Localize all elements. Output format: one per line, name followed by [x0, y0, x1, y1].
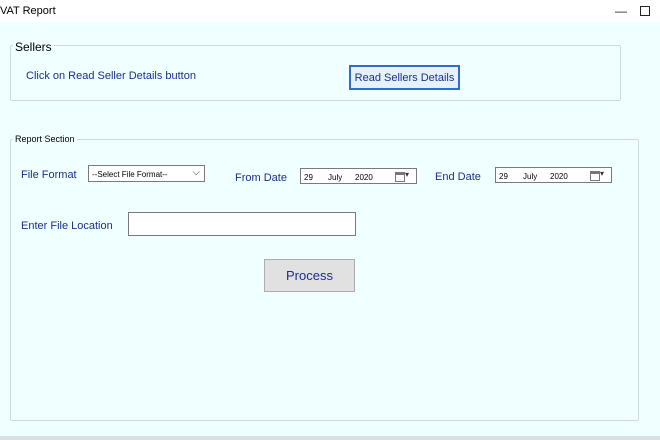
report-section-group: Report Section File Format --Select File… [10, 134, 639, 421]
sellers-hint: Click on Read Seller Details button [26, 70, 196, 82]
from-date-day: 29 [304, 173, 313, 182]
file-format-value: --Select File Format-- [92, 170, 168, 179]
window-title: VAT Report [0, 5, 56, 17]
maximize-icon [640, 6, 650, 16]
read-sellers-details-button[interactable]: Read Sellers Details [349, 65, 460, 90]
dropdown-arrow-icon: ▾ [600, 169, 605, 178]
from-date-label: From Date [235, 172, 287, 184]
calendar-icon [590, 171, 600, 181]
end-date-month: July [523, 172, 538, 181]
file-format-select[interactable]: --Select File Format-- ⌵ [88, 165, 205, 182]
from-date-picker[interactable]: 29 July 2020 ▾ [300, 168, 417, 184]
end-date-picker[interactable]: 29 July 2020 ▾ [495, 167, 612, 183]
from-date-month: July [328, 173, 343, 182]
process-button[interactable]: Process [264, 259, 355, 292]
file-location-input[interactable] [128, 212, 356, 236]
sellers-group-label: Sellers [13, 40, 54, 54]
end-date-label: End Date [435, 171, 481, 183]
from-date-year: 2020 [355, 173, 373, 182]
end-date-year: 2020 [550, 172, 568, 181]
file-format-label: File Format [21, 169, 77, 181]
calendar-icon [395, 172, 405, 182]
bottom-strip [0, 436, 660, 440]
chevron-down-icon: ⌵ [192, 167, 200, 178]
minimize-icon: — [615, 4, 627, 18]
title-bar: VAT Report — [0, 0, 660, 22]
file-location-label: Enter File Location [21, 220, 113, 232]
sellers-group: Sellers Click on Read Seller Details but… [10, 40, 621, 101]
dropdown-arrow-icon: ▾ [405, 170, 410, 179]
end-date-day: 29 [499, 172, 508, 181]
report-section-label: Report Section [13, 134, 77, 144]
maximize-button[interactable] [631, 0, 659, 22]
